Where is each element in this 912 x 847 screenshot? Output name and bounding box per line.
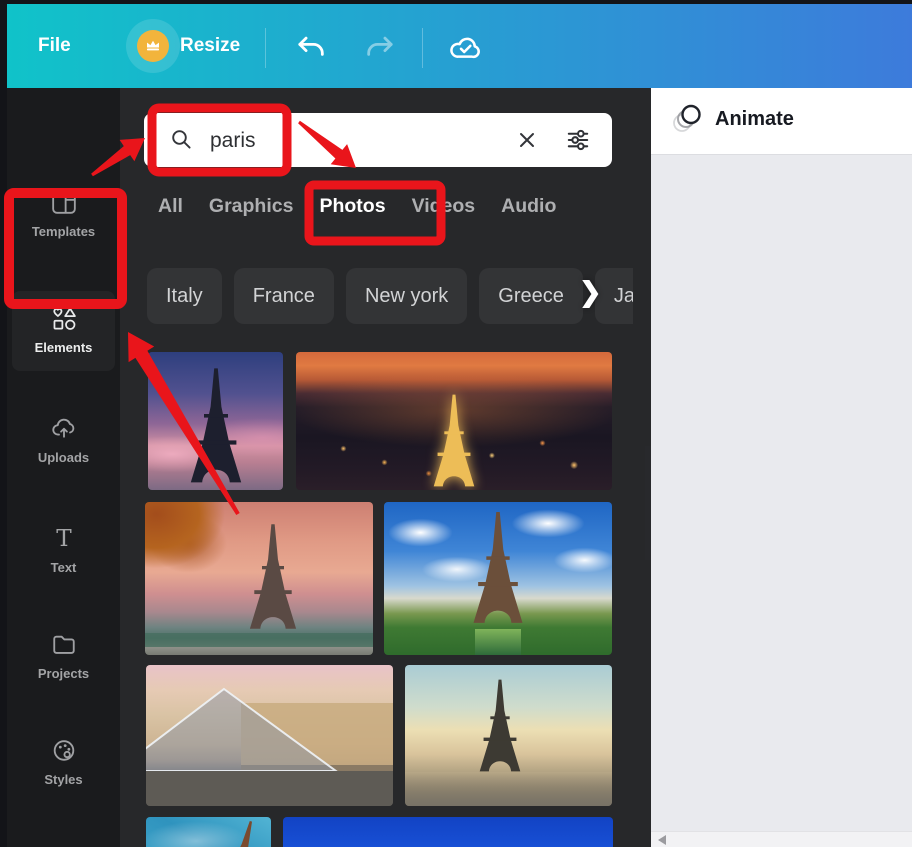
photo-result[interactable]: [148, 352, 283, 490]
sidebar-item-styles[interactable]: Styles: [7, 737, 120, 787]
search-input[interactable]: [208, 126, 452, 156]
sidebar: Templates Elements Uploads T Text Projec…: [7, 88, 120, 847]
animate-icon: [673, 104, 701, 132]
chips-scroll-right-chevron[interactable]: ❯: [579, 277, 602, 308]
styles-icon: [53, 740, 74, 761]
sidebar-item-label: Styles: [44, 772, 83, 787]
sidebar-item-label: Templates: [31, 224, 96, 239]
clear-search-icon[interactable]: [516, 129, 538, 151]
chip-italy[interactable]: Italy: [147, 268, 222, 324]
file-menu-button[interactable]: File: [38, 35, 71, 57]
horizontal-scrollbar[interactable]: [651, 831, 912, 847]
redo-icon[interactable]: [364, 32, 396, 64]
chip-france[interactable]: France: [233, 268, 334, 324]
photo-result[interactable]: [296, 352, 612, 490]
result-type-tabs: All Graphics Photos Videos Audio: [158, 195, 556, 218]
tab-audio[interactable]: Audio: [501, 195, 556, 218]
photo-result[interactable]: [145, 502, 373, 655]
chip-new-york[interactable]: New york: [345, 268, 468, 324]
sidebar-item-label: Uploads: [37, 450, 90, 465]
scrollbar-left-arrow[interactable]: [658, 835, 666, 845]
undo-icon[interactable]: [295, 32, 327, 64]
search-bar: [144, 113, 612, 167]
chip-greece[interactable]: Greece: [479, 268, 583, 324]
sidebar-item-uploads[interactable]: Uploads: [7, 415, 120, 465]
sidebar-item-label: Text: [50, 560, 77, 575]
text-icon: T: [56, 526, 72, 552]
topbar: File Resize: [7, 4, 912, 88]
templates-icon: [51, 191, 76, 214]
sidebar-item-projects[interactable]: Projects: [7, 631, 120, 681]
photo-result[interactable]: [384, 502, 612, 655]
topbar-divider: [422, 28, 423, 68]
search-icon: [172, 130, 191, 149]
animate-button[interactable]: Animate: [669, 102, 794, 136]
sidebar-item-label: Projects: [37, 666, 90, 681]
photo-result[interactable]: [283, 817, 613, 847]
svg-text:T: T: [56, 526, 72, 552]
crown-icon: [137, 30, 169, 62]
canva-editor-window: File Resize Templates Elements Uploads T…: [0, 0, 912, 847]
projects-icon: [52, 635, 75, 654]
photo-result[interactable]: [405, 665, 612, 806]
topbar-divider: [265, 28, 266, 68]
resize-button[interactable]: Resize: [180, 35, 240, 57]
photo-result[interactable]: [146, 817, 271, 847]
tab-all[interactable]: All: [158, 195, 183, 218]
canvas-toolbar: Animate: [651, 88, 912, 155]
tab-graphics[interactable]: Graphics: [209, 195, 294, 218]
sidebar-item-elements[interactable]: Elements: [12, 291, 115, 371]
tab-photos[interactable]: Photos: [319, 195, 385, 218]
canvas-area: Animate: [651, 88, 912, 847]
suggestion-chips: Italy France New york Greece Ja: [147, 268, 633, 326]
uploads-icon: [51, 418, 74, 438]
animate-label: Animate: [715, 107, 794, 130]
tab-videos[interactable]: Videos: [412, 195, 476, 218]
sidebar-item-templates[interactable]: Templates: [7, 189, 120, 239]
cloud-check-icon[interactable]: [449, 32, 481, 64]
sidebar-item-label: Elements: [34, 340, 93, 355]
elements-icon: [53, 307, 76, 330]
filter-settings-icon[interactable]: [564, 127, 592, 153]
elements-search-panel: All Graphics Photos Videos Audio Italy F…: [120, 88, 651, 847]
sidebar-item-text[interactable]: T Text: [7, 525, 120, 575]
photo-result[interactable]: [146, 665, 393, 806]
